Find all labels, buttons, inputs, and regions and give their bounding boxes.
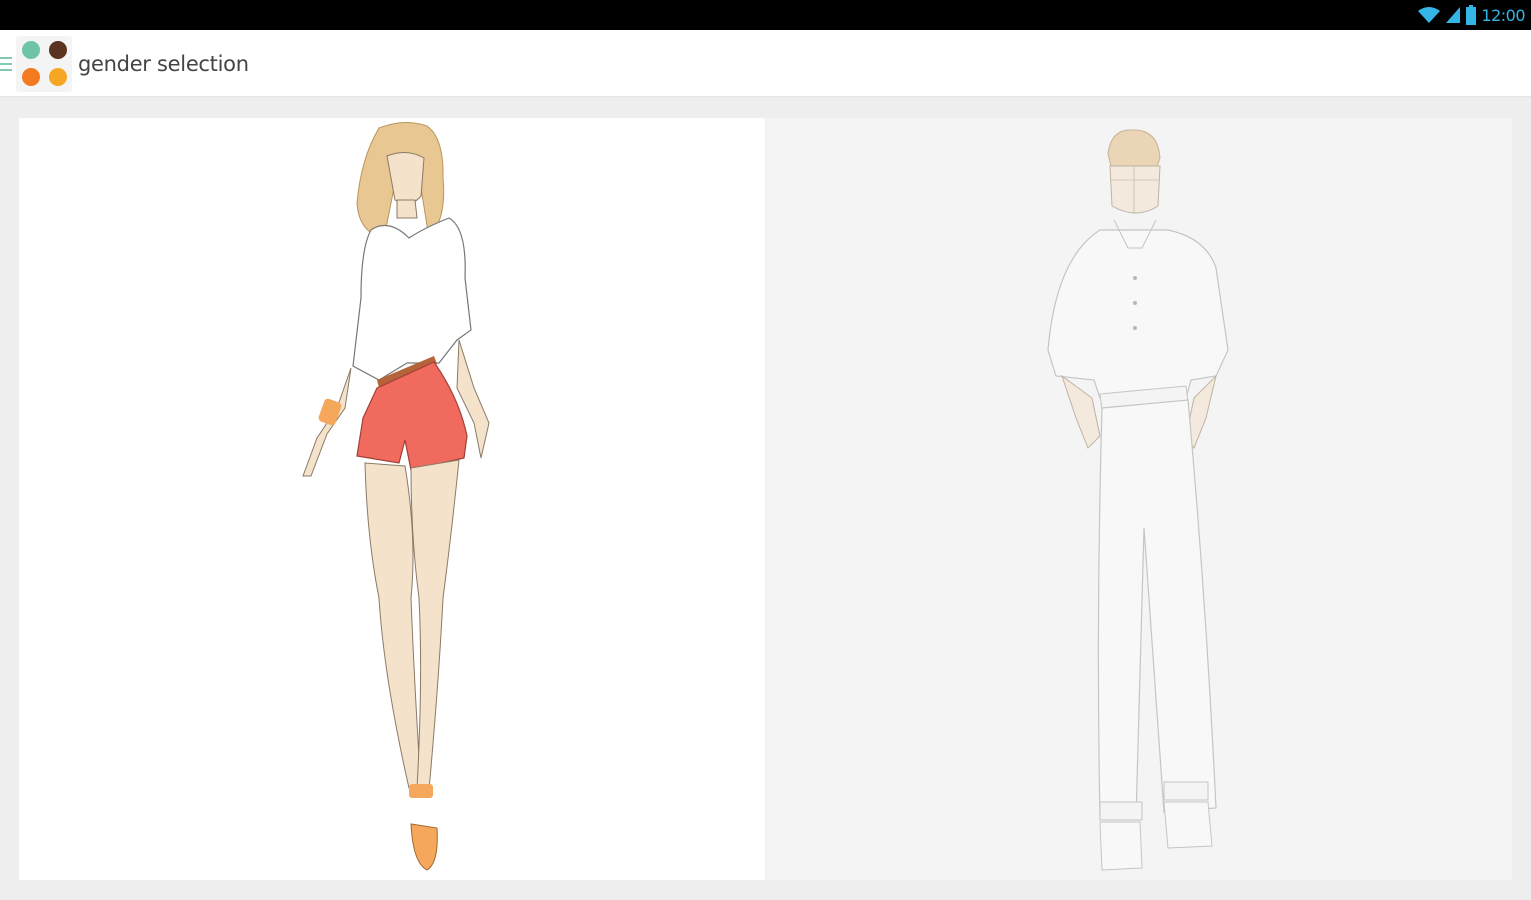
- app-logo-icon[interactable]: [16, 36, 72, 92]
- male-figure-illustration: [1047, 129, 1229, 871]
- status-bar: 12:00: [0, 0, 1531, 30]
- status-icons: 12:00: [1417, 4, 1525, 26]
- signal-icon: [1446, 7, 1461, 23]
- logo-dot-brown: [49, 41, 67, 59]
- logo-dot-teal: [22, 41, 40, 59]
- female-option-card[interactable]: [19, 118, 765, 880]
- page-title: gender selection: [78, 52, 249, 76]
- female-figure-illustration: [302, 122, 490, 871]
- male-option-card[interactable]: [766, 118, 1512, 880]
- logo-dot-yellow: [49, 68, 67, 86]
- status-time: 12:00: [1481, 5, 1525, 25]
- drawer-menu-icon[interactable]: [0, 56, 12, 72]
- wifi-icon: [1418, 7, 1441, 23]
- logo-dot-orange: [22, 68, 40, 86]
- battery-icon: [1466, 5, 1477, 25]
